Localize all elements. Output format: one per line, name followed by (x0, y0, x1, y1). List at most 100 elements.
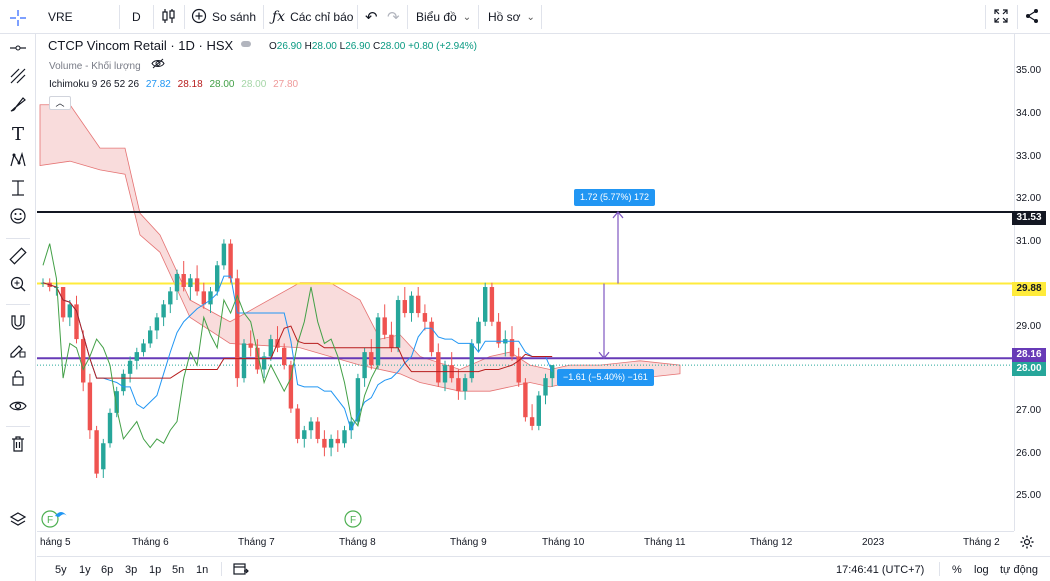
collapse-legend-button[interactable]: ︿ (49, 96, 71, 110)
toolbar-divider (221, 562, 222, 576)
auto-scale-toggle[interactable]: tự động (1000, 564, 1038, 576)
chevron-down-icon: ⌄ (462, 11, 472, 23)
percent-toggle[interactable]: % (952, 564, 962, 576)
candle-body (241, 343, 247, 379)
candle-body (295, 408, 300, 439)
range-1y[interactable]: 1y (79, 564, 91, 576)
profile-menu-label: Hồ sơ (488, 10, 521, 24)
smiley-icon (9, 207, 27, 230)
toolbar-divider (1017, 5, 1018, 29)
lock-tool[interactable] (4, 366, 32, 394)
candle-body (402, 300, 407, 314)
text-tool-button[interactable]: T (4, 120, 32, 148)
range-1m[interactable]: 1p (149, 564, 161, 576)
event-marker-label: F (350, 515, 356, 526)
interval-button[interactable]: D (132, 0, 141, 34)
toolbar-divider (263, 5, 264, 29)
visibility-tool[interactable] (4, 394, 32, 422)
candle-body (362, 352, 367, 379)
candle-body (154, 317, 160, 331)
horizontal-line-icon (9, 39, 27, 62)
plus-circle-icon (191, 8, 207, 27)
candle-body (221, 243, 227, 266)
pattern-tool[interactable] (4, 148, 32, 176)
toolbar-divider (119, 5, 120, 29)
candle-body (194, 278, 200, 292)
ichimoku-value: 28.00 (209, 79, 235, 90)
legend-status-indicator (241, 41, 251, 47)
zoom-tool[interactable] (4, 272, 32, 300)
candle-body (308, 421, 314, 431)
candle-body (60, 287, 66, 318)
legend-change: +0.80 (+2.94%) (408, 41, 477, 52)
eye-off-icon[interactable] (151, 58, 166, 72)
stay-in-drawing-tool[interactable] (4, 338, 32, 366)
symbol-text: VRE (48, 10, 73, 24)
price-tick: 31.00 (1016, 236, 1042, 247)
eye-icon (9, 397, 27, 420)
toolbar-divider (6, 304, 30, 305)
settings-button[interactable] (1019, 534, 1035, 555)
profile-menu[interactable]: Hồ sơ ⌄ (488, 0, 535, 34)
candle-body (121, 373, 126, 392)
range-5d[interactable]: 5n (172, 564, 184, 576)
chart-menu[interactable]: Biểu đồ ⌄ (416, 0, 471, 34)
candle-body (382, 317, 387, 335)
candle-body (422, 313, 428, 322)
object-tree-button[interactable] (4, 508, 32, 536)
clock-display[interactable]: 17:46:41 (UTC+7) (836, 564, 924, 576)
price-chart[interactable]: FF (37, 34, 1014, 531)
candle-body (429, 321, 434, 353)
pattern-icon (9, 151, 27, 174)
symbol-search[interactable]: VRE (48, 0, 118, 34)
legend-open: 26.90 (276, 41, 302, 52)
gear-icon (1019, 535, 1035, 554)
range-3m[interactable]: 3p (125, 564, 137, 576)
undo-button[interactable]: ↶ (365, 0, 378, 34)
price-label-yellow: 29.88 (1012, 282, 1046, 296)
price-label-last: 28.00 (1012, 362, 1046, 376)
indicators-button[interactable]: ƒx Các chỉ báo (272, 0, 353, 34)
ichimoku-value: 27.80 (273, 79, 299, 90)
candle-body (315, 421, 320, 439)
candle-body (375, 317, 381, 366)
candle-body (174, 274, 180, 292)
candle-body (188, 278, 193, 288)
ichimoku-legend[interactable]: Ichimoku 9 26 52 26 27.82 28.18 28.00 28… (49, 79, 298, 90)
price-tick: 29.00 (1016, 321, 1042, 332)
measure-tool[interactable] (4, 244, 32, 272)
toolbar-divider (407, 5, 408, 29)
compare-button[interactable]: So sánh (191, 0, 256, 34)
range-1d[interactable]: 1n (196, 564, 208, 576)
fullscreen-button[interactable] (993, 0, 1009, 34)
candle-body (395, 300, 401, 348)
range-6m[interactable]: 6p (101, 564, 113, 576)
icon-tool[interactable] (4, 204, 32, 232)
line-tool[interactable] (4, 36, 32, 64)
price-tick: 32.00 (1016, 193, 1042, 204)
candle-body (476, 321, 481, 344)
crosshair-tool[interactable] (4, 6, 32, 34)
remove-drawings-tool[interactable] (4, 432, 32, 460)
redo-button[interactable]: ↷ (387, 0, 400, 34)
volume-legend[interactable]: Volume - Khối lượng (49, 58, 166, 72)
crosshair-icon (9, 9, 27, 32)
fib-tool[interactable] (4, 64, 32, 92)
share-button[interactable] (1024, 0, 1040, 34)
candle-body (369, 352, 374, 366)
layers-icon (9, 511, 27, 534)
chevron-up-icon: ︿ (55, 98, 65, 108)
log-toggle[interactable]: log (974, 564, 989, 576)
redo-icon: ↷ (387, 9, 400, 26)
go-to-date-button[interactable] (233, 562, 249, 581)
toolbar-divider (184, 5, 185, 29)
legend-high: 28.00 (311, 41, 337, 52)
toolbar-divider (357, 5, 358, 29)
range-5y[interactable]: 5y (55, 564, 67, 576)
position-tool[interactable] (4, 176, 32, 204)
candle-body (489, 287, 495, 322)
trash-icon (9, 435, 27, 458)
magnet-tool[interactable] (4, 310, 32, 338)
time-tick: Tháng 2 (963, 537, 1000, 548)
chart-type-button[interactable] (160, 0, 178, 34)
